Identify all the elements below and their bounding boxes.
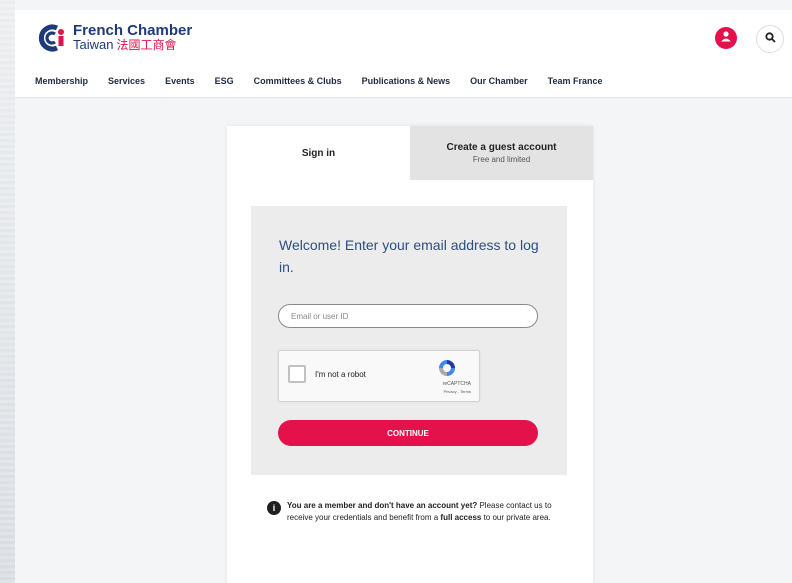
tab-guest-title: Create a guest account <box>446 142 557 153</box>
tab-create-guest-account[interactable]: Create a guest account Free and limited <box>410 126 593 180</box>
nav-item-publications-news[interactable]: Publications & News <box>362 76 451 86</box>
recaptcha-checkbox[interactable] <box>288 365 306 383</box>
logo-subtitle-zh: 法國工商會 <box>116 38 177 52</box>
login-card: Sign in Create a guest account Free and … <box>227 126 593 583</box>
nav-item-team-france[interactable]: Team France <box>548 76 603 86</box>
continue-button[interactable]: CONTINUE <box>278 420 538 446</box>
search-icon <box>764 30 776 48</box>
user-account-button[interactable] <box>715 27 737 49</box>
member-info-text: You are a member and don't have an accou… <box>287 500 567 524</box>
nav-item-committees-clubs[interactable]: Committees & Clubs <box>254 76 342 86</box>
logo[interactable]: French Chamber Taiwan 法國工商會 <box>37 23 192 53</box>
user-icon <box>720 29 732 47</box>
cci-logo-icon <box>37 23 67 53</box>
info-bold-full-access: full access <box>440 513 482 522</box>
logo-text: French Chamber Taiwan 法國工商會 <box>73 22 193 53</box>
info-icon: i <box>267 501 281 515</box>
info-text-2: to our private area. <box>481 513 551 522</box>
header: French Chamber Taiwan 法國工商會 <box>15 10 792 65</box>
welcome-heading: Welcome! Enter your email address to log… <box>279 237 539 275</box>
nav-item-events[interactable]: Events <box>165 76 195 86</box>
recaptcha-label: I'm not a robot <box>315 370 366 379</box>
recaptcha-terms-link[interactable]: Privacy - Terms <box>444 389 471 394</box>
nav-item-membership[interactable]: Membership <box>35 76 88 86</box>
login-panel: Welcome! Enter your email address to log… <box>251 206 567 475</box>
tab-guest-subtitle: Free and limited <box>472 155 531 164</box>
logo-title: French Chamber <box>73 22 193 39</box>
nav-item-services[interactable]: Services <box>108 76 145 86</box>
tab-sign-in[interactable]: Sign in <box>227 126 410 180</box>
recaptcha-widget: I'm not a robot reCAPTCHA Privacy - Term… <box>278 350 480 402</box>
main-nav: Membership Services Events ESG Committee… <box>15 64 792 98</box>
page: French Chamber Taiwan 法國工商會 Membership S… <box>15 0 792 583</box>
email-input[interactable] <box>278 304 538 328</box>
logo-subtitle: Taiwan 法國工商會 <box>73 37 192 53</box>
search-button[interactable] <box>756 25 784 53</box>
info-bold-question: You are a member and don't have an accou… <box>287 501 478 510</box>
member-info: i You are a member and don't have an acc… <box>267 500 567 524</box>
nav-item-our-chamber[interactable]: Our Chamber <box>470 76 528 86</box>
nav-item-esg[interactable]: ESG <box>215 76 234 86</box>
logo-subtitle-en: Taiwan <box>73 37 114 52</box>
recaptcha-brand: reCAPTCHA <box>442 381 471 387</box>
recaptcha-logo-icon <box>437 358 457 383</box>
